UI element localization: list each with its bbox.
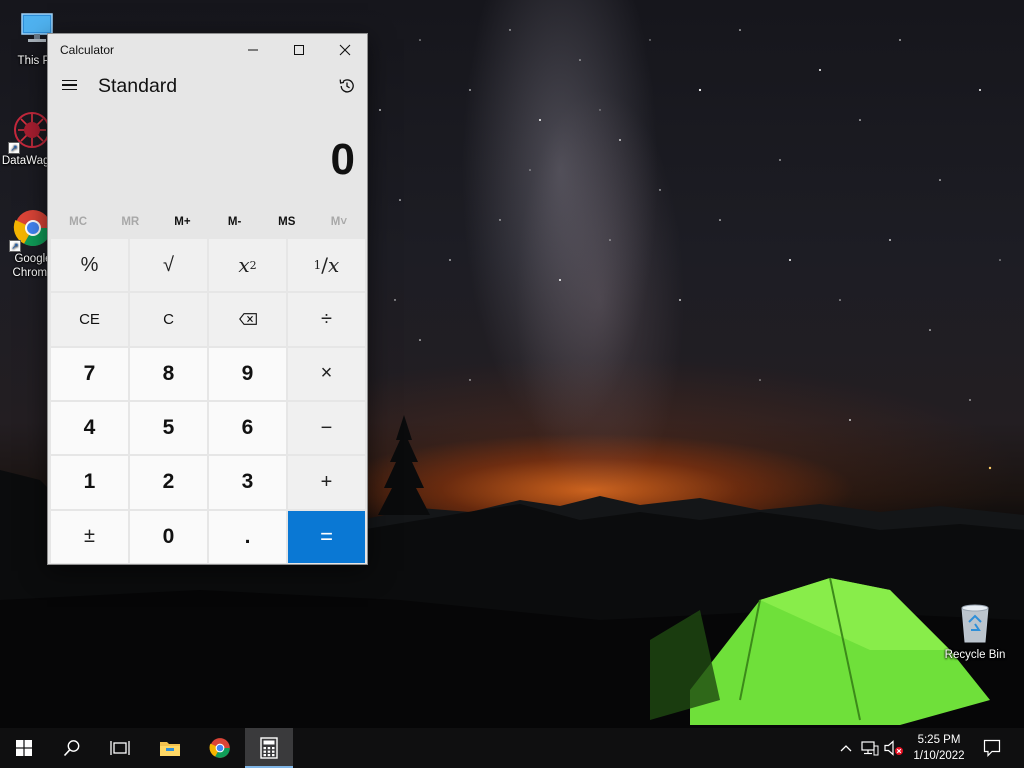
network-status-button[interactable] — [860, 738, 880, 758]
digit-2-button[interactable]: 2 — [130, 456, 207, 509]
close-icon — [339, 44, 351, 56]
memory-clear-button[interactable]: MC — [52, 209, 104, 235]
maximize-button[interactable] — [276, 34, 322, 66]
digit-7-button[interactable]: 7 — [51, 347, 128, 400]
reciprocal-numerator-label: 1 — [313, 258, 322, 273]
digit-0-button[interactable]: 0 — [130, 510, 207, 563]
calculator-icon — [260, 737, 278, 759]
minimize-button[interactable] — [230, 34, 276, 66]
history-button[interactable] — [333, 72, 361, 100]
window-title: Calculator — [60, 43, 115, 57]
task-view-button[interactable] — [96, 728, 144, 768]
clock-date: 1/10/2022 — [913, 750, 965, 762]
notification-icon — [983, 739, 1001, 757]
calculator-mode-title: Standard — [98, 75, 178, 97]
digit-5-button[interactable]: 5 — [130, 401, 207, 455]
reciprocal-button[interactable]: 1/x — [288, 239, 365, 292]
shortcut-arrow-icon: ↗ — [9, 240, 21, 252]
clear-button[interactable]: C — [130, 293, 207, 346]
percent-button[interactable]: % — [51, 239, 128, 292]
start-button[interactable] — [0, 728, 48, 768]
backspace-icon — [238, 313, 257, 326]
close-button[interactable] — [322, 34, 368, 66]
title-bar[interactable]: Calculator — [48, 34, 367, 66]
digit-1-button[interactable]: 1 — [51, 456, 128, 509]
chevron-up-icon — [840, 745, 852, 752]
minimize-icon — [248, 49, 258, 51]
action-center-button[interactable] — [982, 738, 1002, 758]
memory-list-button[interactable]: M˅ — [313, 209, 365, 235]
volume-muted-icon — [884, 740, 903, 756]
subtract-button[interactable]: − — [288, 401, 365, 455]
task-view-icon — [110, 741, 130, 755]
show-hidden-icons-button[interactable] — [836, 738, 856, 758]
calculator-taskbar-button[interactable] — [245, 728, 293, 768]
calculator-window: Calculator Standard 0 MC MR M+ M- MS M˅ … — [47, 33, 368, 565]
memory-bar: MC MR M+ M- MS M˅ — [52, 209, 365, 235]
digit-4-button[interactable]: 4 — [51, 401, 128, 455]
clear-entry-button[interactable]: CE — [51, 293, 128, 346]
volume-button[interactable] — [884, 738, 904, 758]
shortcut-arrow-icon: ↗ — [8, 142, 20, 154]
equals-button[interactable]: = — [288, 510, 365, 563]
file-explorer-icon — [160, 742, 180, 756]
negate-button[interactable]: ± — [51, 510, 128, 563]
divide-button[interactable]: ÷ — [288, 293, 365, 346]
square-exponent-label: 2 — [249, 258, 257, 272]
history-icon — [339, 79, 354, 93]
maximize-icon — [294, 45, 304, 55]
navigation-menu-button[interactable] — [56, 72, 82, 98]
digit-8-button[interactable]: 8 — [130, 347, 207, 400]
memory-add-button[interactable]: M+ — [156, 209, 208, 235]
result-display: 0 — [330, 135, 355, 184]
keypad: % √ x2 1/x CE C ÷ 7 8 9 × 4 5 6 − 1 2 3 … — [51, 239, 365, 563]
backspace-button[interactable] — [209, 293, 286, 346]
digit-3-button[interactable]: 3 — [209, 456, 286, 509]
file-explorer-button[interactable] — [146, 728, 194, 768]
taskbar: 5:25 PM 1/10/2022 — [0, 728, 1024, 768]
memory-subtract-button[interactable]: M- — [209, 209, 261, 235]
reciprocal-denominator-label: x — [328, 253, 340, 278]
memory-store-button[interactable]: MS — [261, 209, 313, 235]
square-button[interactable]: x2 — [209, 239, 286, 292]
digit-9-button[interactable]: 9 — [209, 347, 286, 400]
recycle-bin-icon — [953, 602, 997, 646]
desktop-icon-recycle-bin[interactable]: Recycle Bin — [940, 602, 1010, 662]
clock-time: 5:25 PM — [917, 734, 961, 746]
search-icon — [63, 740, 80, 757]
chrome-taskbar-button[interactable] — [196, 728, 244, 768]
start-icon — [16, 740, 32, 756]
network-icon — [861, 741, 879, 756]
system-clock[interactable]: 5:25 PM 1/10/2022 — [906, 732, 972, 764]
square-root-button[interactable]: √ — [130, 239, 207, 292]
multiply-button[interactable]: × — [288, 347, 365, 400]
add-button[interactable]: + — [288, 456, 365, 509]
decimal-button[interactable]: . — [209, 510, 286, 563]
search-button[interactable] — [48, 728, 96, 768]
memory-recall-button[interactable]: MR — [104, 209, 156, 235]
hamburger-icon — [61, 79, 77, 82]
square-base-label: x — [238, 253, 250, 278]
chrome-icon — [209, 738, 230, 758]
digit-6-button[interactable]: 6 — [209, 401, 286, 455]
app-header: Standard — [48, 66, 367, 106]
